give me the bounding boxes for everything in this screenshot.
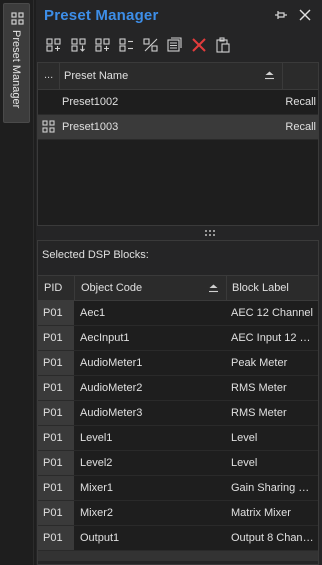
block-label: Level — [231, 432, 258, 444]
pid-cell: P01 — [38, 401, 74, 425]
remove-block-icon[interactable] — [118, 36, 136, 54]
dsp-blocks-table: PID Object Code Block Label P01 Aec1 AEC 1… — [38, 275, 318, 561]
block-label: Gain Sharing Mixer — [231, 482, 315, 494]
column-preset-name[interactable]: Preset Name — [60, 63, 283, 89]
pid-value: P01 — [43, 357, 63, 369]
splitter-grip-icon[interactable] — [204, 230, 216, 236]
pid-cell: P01 — [38, 376, 74, 400]
recall-button[interactable]: Recall — [285, 121, 316, 133]
block-label: AEC Input 12 Channel — [231, 332, 315, 344]
column-options-label: ... — [44, 69, 54, 81]
column-block-label[interactable]: Block Label — [232, 282, 289, 294]
pid-value: P01 — [43, 382, 63, 394]
column-pid[interactable]: PID — [44, 282, 62, 294]
side-tab-preset-manager[interactable]: Preset Manager — [3, 3, 30, 123]
pid-cell: P01 — [38, 426, 74, 450]
object-code: AecInput1 — [80, 332, 130, 344]
percent-icon[interactable] — [142, 36, 160, 54]
object-code: AudioMeter3 — [80, 407, 143, 419]
preset-table: ... Preset Name Preset1002 Recall Preset… — [37, 62, 319, 226]
object-code: AudioMeter2 — [80, 382, 143, 394]
clipboard-icon[interactable] — [214, 36, 232, 54]
selected-dsp-blocks-section: Selected DSP Blocks: PID Object Code Blo… — [37, 240, 319, 565]
column-options[interactable]: ... — [38, 63, 60, 89]
pid-cell: P01 — [38, 351, 74, 375]
object-code: Level2 — [80, 457, 113, 469]
column-divider[interactable] — [74, 276, 75, 301]
pid-value: P01 — [43, 457, 63, 469]
pin-icon[interactable] — [274, 8, 288, 22]
block-label: RMS Meter — [231, 382, 287, 394]
pid-cell: P01 — [38, 451, 74, 475]
column-object-code[interactable]: Object Code — [81, 282, 142, 294]
object-code: Output1 — [80, 532, 120, 544]
toolbar — [36, 32, 322, 58]
preset-row[interactable]: Preset1003 Recall — [38, 115, 318, 140]
dsp-row[interactable]: P01 AudioMeter3 RMS Meter — [38, 401, 318, 426]
pid-value: P01 — [43, 432, 63, 444]
sort-ascending-icon[interactable] — [208, 284, 219, 293]
pid-cell: P01 — [38, 326, 74, 350]
dsp-table-header: PID Object Code Block Label — [38, 275, 318, 301]
object-code: Level1 — [80, 432, 113, 444]
block-label: Matrix Mixer — [231, 507, 291, 519]
column-divider[interactable] — [226, 276, 227, 301]
preset-name: Preset1002 — [62, 96, 119, 108]
column-preset-name-label: Preset Name — [64, 70, 129, 82]
sort-ascending-icon[interactable] — [264, 71, 275, 80]
dsp-row[interactable]: P01 AecInput1 AEC Input 12 Channel — [38, 326, 318, 351]
horizontal-scrollbar[interactable] — [38, 551, 318, 561]
dsp-row[interactable]: P01 Mixer2 Matrix Mixer — [38, 501, 318, 526]
side-tab-strip: Preset Manager — [0, 0, 34, 565]
pid-cell: P01 — [38, 526, 74, 550]
block-label: AEC 12 Channel — [231, 307, 313, 319]
preset-manager-panel: Preset Manager ... Preset Name Preset100… — [36, 0, 322, 565]
pid-value: P01 — [43, 532, 63, 544]
add-block-icon[interactable] — [94, 36, 112, 54]
dsp-row[interactable]: P01 Level2 Level — [38, 451, 318, 476]
grid-icon — [11, 12, 24, 25]
dsp-row[interactable]: P01 Output1 Output 8 Channel — [38, 526, 318, 551]
block-label: Peak Meter — [231, 357, 288, 369]
dsp-row[interactable]: P01 AudioMeter2 RMS Meter — [38, 376, 318, 401]
load-preset-icon[interactable] — [70, 36, 88, 54]
pid-value: P01 — [43, 332, 63, 344]
new-preset-icon[interactable] — [45, 36, 63, 54]
pid-value: P01 — [43, 507, 63, 519]
pid-cell: P01 — [38, 501, 74, 525]
close-icon[interactable] — [298, 8, 312, 22]
pid-value: P01 — [43, 307, 63, 319]
pid-cell: P01 — [38, 301, 74, 325]
preset-table-header: ... Preset Name — [38, 63, 318, 90]
object-code: AudioMeter1 — [80, 357, 143, 369]
section-title: Selected DSP Blocks: — [42, 249, 149, 261]
block-label: RMS Meter — [231, 407, 287, 419]
pid-value: P01 — [43, 407, 63, 419]
dsp-row[interactable]: P01 AudioMeter1 Peak Meter — [38, 351, 318, 376]
block-label: Level — [231, 457, 258, 469]
pid-cell: P01 — [38, 476, 74, 500]
delete-icon[interactable] — [190, 36, 208, 54]
object-code: Mixer2 — [80, 507, 114, 519]
object-code: Mixer1 — [80, 482, 114, 494]
preset-row[interactable]: Preset1002 Recall — [38, 90, 318, 115]
side-tab-label: Preset Manager — [10, 30, 22, 109]
pid-value: P01 — [43, 482, 63, 494]
title-bar: Preset Manager — [36, 0, 322, 30]
object-code: Aec1 — [80, 307, 106, 319]
grid-icon — [42, 120, 55, 133]
panel-title: Preset Manager — [44, 7, 159, 24]
block-label: Output 8 Channel — [231, 532, 315, 544]
dsp-row[interactable]: P01 Level1 Level — [38, 426, 318, 451]
recall-button[interactable]: Recall — [285, 96, 316, 108]
list-icon[interactable] — [166, 36, 184, 54]
dsp-row[interactable]: P01 Aec1 AEC 12 Channel — [38, 301, 318, 326]
dsp-row[interactable]: P01 Mixer1 Gain Sharing Mixer — [38, 476, 318, 501]
preset-name: Preset1003 — [62, 121, 119, 133]
